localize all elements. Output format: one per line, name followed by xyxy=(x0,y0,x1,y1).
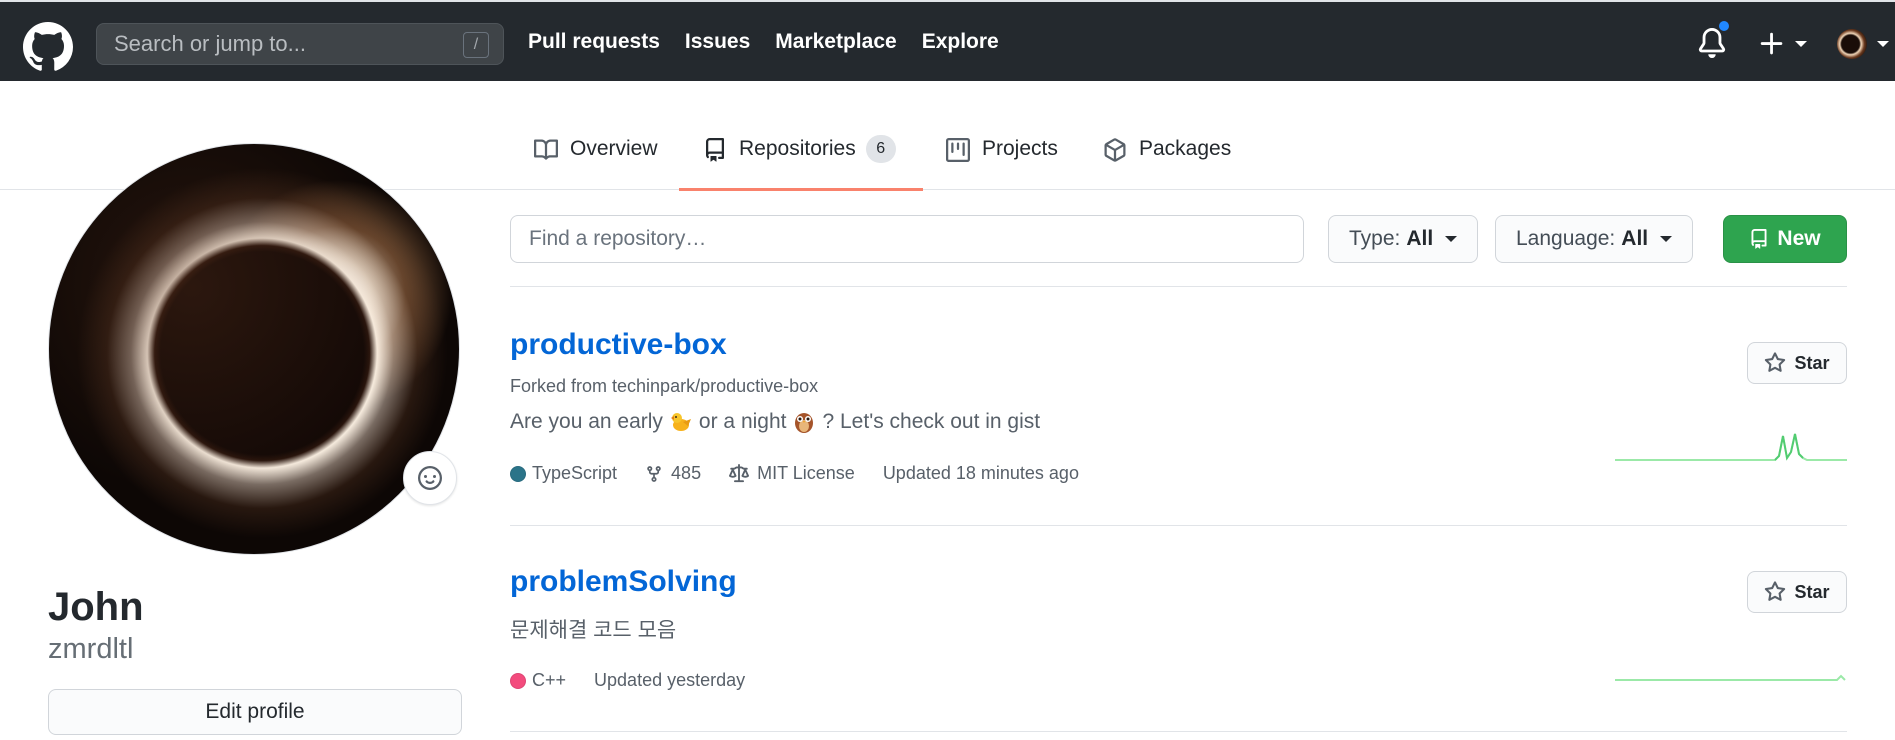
type-filter-label: Type: xyxy=(1349,227,1401,250)
language-filter-dropdown[interactable]: Language: All xyxy=(1495,215,1694,263)
global-search-input[interactable] xyxy=(97,24,503,64)
tab-packages[interactable]: Packages xyxy=(1103,137,1231,190)
avatar xyxy=(1837,29,1867,59)
chevron-down-icon xyxy=(1877,41,1889,47)
star-button[interactable]: Star xyxy=(1747,342,1847,384)
repo-icon xyxy=(1751,229,1767,249)
star-button[interactable]: Star xyxy=(1747,571,1847,613)
activity-sparkline xyxy=(1615,433,1847,461)
repo-meta: TypeScript 485 MIT License Updated 18 mi… xyxy=(510,463,1107,484)
github-logo-icon[interactable] xyxy=(23,22,73,72)
tab-label: Packages xyxy=(1139,137,1232,160)
language-filter-value: All xyxy=(1621,227,1649,250)
language-filter-label: Language: xyxy=(1516,227,1616,250)
chevron-down-icon xyxy=(1660,236,1673,242)
repo-fork-source[interactable]: Forked from techinpark/productive-box xyxy=(510,376,818,397)
repo-description: Are you an early or a night ? Let's chec… xyxy=(510,410,1040,434)
plus-icon xyxy=(1760,32,1783,55)
nav-issues[interactable]: Issues xyxy=(685,30,750,54)
star-icon xyxy=(1765,581,1786,601)
find-repository-input[interactable] xyxy=(511,216,1303,262)
nav-explore[interactable]: Explore xyxy=(922,30,999,54)
repo-forks[interactable]: 485 xyxy=(645,463,701,484)
repo-desc-part: ? Let's check out in gist xyxy=(822,410,1041,433)
owl-emoji-icon xyxy=(795,413,814,433)
type-filter-value: All xyxy=(1406,227,1434,250)
sunrise-bird-emoji-icon xyxy=(670,413,691,431)
repo-language: C++ xyxy=(510,670,566,691)
top-nav: Pull requests Issues Marketplace Explore xyxy=(528,30,1024,54)
find-repository-field[interactable] xyxy=(510,215,1304,263)
repo-meta: C++ Updated yesterday xyxy=(510,670,773,691)
avatar-image xyxy=(49,144,459,554)
profile-avatar[interactable] xyxy=(48,143,460,555)
package-icon xyxy=(1104,138,1126,162)
user-menu-dropdown[interactable] xyxy=(1837,29,1893,59)
repo-count-badge: 6 xyxy=(865,135,896,163)
nav-pull-requests[interactable]: Pull requests xyxy=(528,30,660,54)
new-button-label: New xyxy=(1777,227,1821,250)
profile-name: John xyxy=(48,585,144,629)
repo-license: MIT License xyxy=(729,463,855,484)
nav-marketplace[interactable]: Marketplace xyxy=(775,30,896,54)
activity-sparkline xyxy=(1615,674,1846,681)
repo-forks-count: 485 xyxy=(671,463,702,483)
repo-updated-label: Updated 18 minutes ago xyxy=(882,463,1079,483)
repo-language: TypeScript xyxy=(510,463,617,484)
tab-projects[interactable]: Projects xyxy=(946,137,1058,190)
star-label: Star xyxy=(1794,352,1830,373)
repo-desc-part: or a night xyxy=(698,410,787,433)
profile-login: zmrdltl xyxy=(48,633,134,665)
repo-name-link[interactable]: problemSolving xyxy=(510,565,737,599)
list-item: problemSolving 문제해결 코드 모음 C++ Updated ye… xyxy=(510,525,1847,732)
star-icon xyxy=(1765,352,1786,372)
set-status-button[interactable] xyxy=(403,451,457,505)
smiley-icon xyxy=(418,466,442,490)
global-header: / Pull requests Issues Marketplace Explo… xyxy=(0,0,1895,81)
tab-repositories[interactable]: Repositories 6 xyxy=(679,135,923,191)
list-divider xyxy=(510,731,1847,732)
create-new-dropdown[interactable] xyxy=(1757,29,1817,59)
repo-desc-text: 문제해결 코드 모음 xyxy=(510,619,677,642)
new-repository-button[interactable]: New xyxy=(1723,215,1847,263)
repo-license-label: MIT License xyxy=(757,463,855,483)
type-filter-dropdown[interactable]: Type: All xyxy=(1328,215,1479,263)
notification-dot xyxy=(1717,19,1731,33)
star-label: Star xyxy=(1794,581,1830,602)
repo-description: 문제해결 코드 모음 xyxy=(510,614,676,644)
fork-icon xyxy=(647,465,661,482)
tab-label: Repositories xyxy=(739,137,856,160)
chevron-down-icon xyxy=(1445,236,1458,242)
repo-language-label: C++ xyxy=(532,670,567,690)
edit-profile-button[interactable]: Edit profile xyxy=(48,689,462,735)
project-icon xyxy=(946,138,970,162)
tab-overview[interactable]: Overview xyxy=(534,137,658,190)
repo-name-link[interactable]: productive-box xyxy=(510,328,727,362)
book-icon xyxy=(534,139,558,160)
tab-label: Overview xyxy=(570,137,658,160)
repo-desc-part: Are you an early xyxy=(510,410,663,433)
header-actions xyxy=(1675,2,1895,83)
global-search[interactable]: / xyxy=(96,23,504,65)
search-shortcut-key: / xyxy=(463,32,489,58)
repo-language-label: TypeScript xyxy=(532,463,618,483)
repo-updated: Updated 18 minutes ago xyxy=(883,463,1079,484)
list-item: productive-box Forked from techinpark/pr… xyxy=(510,286,1847,526)
repo-updated-label: Updated yesterday xyxy=(594,670,746,690)
tab-label: Projects xyxy=(982,137,1058,160)
repo-updated: Updated yesterday xyxy=(594,670,745,691)
language-color-dot xyxy=(510,465,526,482)
chevron-down-icon xyxy=(1795,41,1807,47)
language-color-dot xyxy=(510,672,526,689)
law-icon xyxy=(729,463,750,482)
repo-icon xyxy=(706,138,724,162)
